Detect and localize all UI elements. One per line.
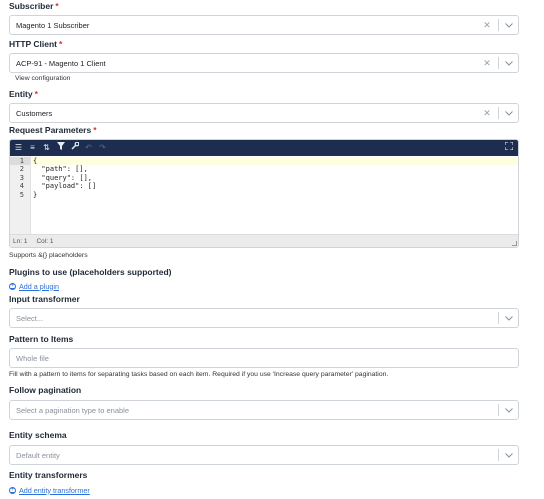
code-line[interactable]: "query": [], (31, 174, 518, 182)
http-client-group: HTTP Client * ACP-91 - Magento 1 Client ✕… (9, 38, 519, 84)
http-client-label: HTTP Client * (9, 39, 63, 49)
status-col: Col: 1 (36, 238, 54, 245)
json-editor[interactable]: ☰ ≡ ⇅ ↶ ↷ 12345 { "path": [], "query": [… (9, 139, 519, 248)
status-line: Ln: 1 (13, 238, 28, 245)
entity-schema-label: Entity schema (9, 430, 67, 440)
plus-icon: + (9, 282, 16, 290)
select-separator (498, 107, 499, 119)
pattern-to-items-placeholder: Whole file (16, 353, 49, 363)
request-parameters-help: Supports &{} placeholders (9, 252, 88, 259)
chevron-down-icon[interactable] (503, 60, 515, 66)
code-line[interactable]: { (31, 157, 518, 166)
select-separator (498, 19, 499, 31)
resize-handle[interactable] (512, 241, 517, 246)
subscriber-label: Subscriber * (9, 1, 59, 11)
subscriber-select[interactable]: Magento 1 Subscriber ✕ (9, 15, 519, 35)
line-number: 1 (10, 157, 30, 166)
input-transformer-select[interactable]: Select... (9, 308, 519, 328)
line-number: 4 (19, 182, 24, 191)
entity-value: Customers (16, 108, 53, 118)
chevron-down-icon[interactable] (503, 315, 515, 321)
close-icon[interactable]: ✕ (480, 108, 494, 119)
compact-icon[interactable]: ≡ (28, 140, 37, 156)
plugins-label: Plugins to use (placeholders supported) (9, 267, 172, 277)
pattern-to-items-label: Pattern to Items (9, 334, 74, 344)
pattern-to-items-help: Fill with a pattern to items for separat… (9, 371, 389, 378)
subscriber-value: Magento 1 Subscriber (16, 20, 90, 30)
input-transformer-placeholder: Select... (16, 313, 44, 323)
line-number: 5 (19, 190, 24, 199)
entity-transformers-group: Entity transformers + Add entity transfo… (9, 469, 519, 495)
code-line[interactable]: } (31, 191, 518, 199)
code-lines[interactable]: { "path": [], "query": [], "payload": []… (31, 156, 518, 234)
subscriber-group: Subscriber * Magento 1 Subscriber ✕ (9, 0, 519, 35)
undo-icon[interactable]: ↶ (84, 140, 93, 156)
chevron-down-icon[interactable] (503, 407, 515, 413)
follow-pagination-select[interactable]: Select a pagination type to enable (9, 400, 519, 420)
entity-group: Entity * Customers ✕ (9, 88, 519, 123)
chevron-down-icon[interactable] (503, 22, 515, 28)
line-number-gutter: 12345 (10, 156, 31, 234)
select-separator (498, 404, 499, 416)
entity-transformers-label: Entity transformers (9, 470, 88, 480)
follow-pagination-label: Follow pagination (9, 385, 82, 395)
code-area[interactable]: 12345 { "path": [], "query": [], "payloa… (10, 156, 518, 234)
editor-status-bar: Ln: 1 Col: 1 (10, 234, 518, 247)
http-client-value: ACP-91 - Magento 1 Client (16, 58, 106, 68)
add-plugin-label: Add a plugin (19, 281, 59, 291)
request-parameters-group: Request Parameters * ☰ ≡ ⇅ ↶ ↷ 12345 { "p… (9, 124, 519, 261)
editor-toolbar: ☰ ≡ ⇅ ↶ ↷ (10, 140, 518, 156)
line-number: 3 (19, 173, 24, 182)
add-plugin-link[interactable]: + Add a plugin (9, 281, 519, 291)
view-configuration-link[interactable]: View configuration (9, 74, 519, 84)
filter-icon[interactable] (56, 140, 65, 156)
close-icon[interactable]: ✕ (480, 58, 494, 69)
close-icon[interactable]: ✕ (480, 20, 494, 31)
http-client-select[interactable]: ACP-91 - Magento 1 Client ✕ (9, 53, 519, 73)
chevron-down-icon[interactable] (503, 110, 515, 116)
entity-schema-placeholder: Default entity (16, 450, 60, 460)
repair-icon[interactable] (70, 140, 79, 156)
follow-pagination-placeholder: Select a pagination type to enable (16, 405, 130, 415)
add-entity-transformer-label: Add entity transformer (19, 485, 90, 495)
code-line[interactable]: "path": [], (31, 165, 518, 173)
redo-icon[interactable]: ↷ (98, 140, 107, 156)
request-parameters-label: Request Parameters * (9, 125, 97, 135)
plus-icon: + (9, 486, 16, 494)
add-entity-transformer-link[interactable]: + Add entity transformer (9, 485, 519, 495)
line-number: 2 (19, 165, 24, 174)
select-separator (498, 449, 499, 461)
input-transformer-label: Input transformer (9, 294, 80, 304)
follow-pagination-group: Follow pagination Select a pagination ty… (9, 384, 519, 420)
pattern-to-items-group: Pattern to Items Whole file Fill with a … (9, 333, 519, 380)
code-line[interactable]: "payload": [] (31, 182, 518, 190)
sort-icon[interactable]: ⇅ (42, 140, 51, 156)
select-separator (498, 312, 499, 324)
pattern-to-items-input[interactable]: Whole file (9, 348, 519, 368)
plugins-group: Plugins to use (placeholders supported) … (9, 266, 519, 291)
select-separator (498, 57, 499, 69)
entity-select[interactable]: Customers ✕ (9, 103, 519, 123)
fullscreen-icon[interactable] (504, 140, 513, 156)
chevron-down-icon[interactable] (503, 452, 515, 458)
entity-label: Entity * (9, 89, 38, 99)
input-transformer-group: Input transformer Select... (9, 293, 519, 328)
entity-schema-select[interactable]: Default entity (9, 445, 519, 465)
entity-schema-group: Entity schema Default entity (9, 429, 519, 465)
format-icon[interactable]: ☰ (14, 140, 23, 156)
